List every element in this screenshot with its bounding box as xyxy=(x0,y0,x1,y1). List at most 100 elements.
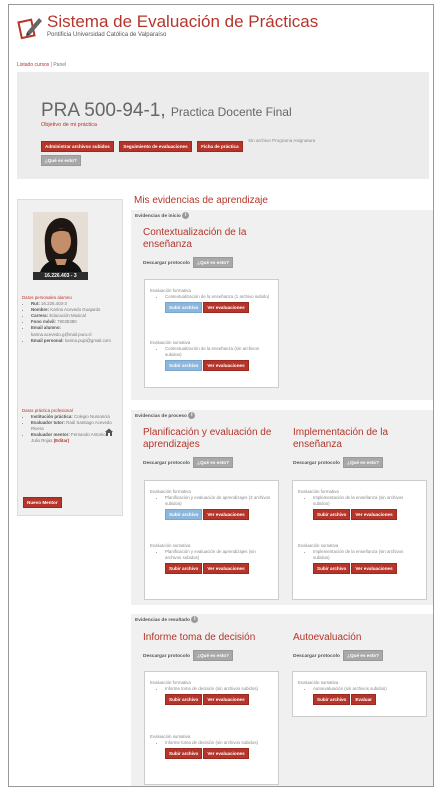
new-mentor-area: Nuevo Mentor xyxy=(23,491,62,509)
personal-item: Email alumno: karina.acevedo.g@mail.pucv… xyxy=(31,325,114,337)
download-protocol-link[interactable]: Descargar protocolo xyxy=(143,654,190,659)
pencil-logo-icon xyxy=(17,18,42,40)
course-title: PRA 500-94-1, Practica Docente Final xyxy=(41,100,292,122)
view-evaluations-button[interactable]: Ver evaluaciones xyxy=(203,563,249,574)
column-title: Planificación y evaluación de aprendizaj… xyxy=(143,427,272,450)
personal-data: Datos personales alumno Rut: 16.226.403-… xyxy=(22,295,114,344)
course-actions: Administrar archivos subidos Seguimiento… xyxy=(41,135,315,153)
download-protocol: Descargar protocolo ¿Qué es esto? xyxy=(293,650,428,661)
download-protocol-link[interactable]: Descargar protocolo xyxy=(143,261,190,266)
view-evaluations-button[interactable]: Ver evaluaciones xyxy=(203,748,249,759)
section-heading: Evidencias de resultado i xyxy=(135,616,199,625)
upload-file-button[interactable]: Subir archivo xyxy=(313,509,351,520)
help-button[interactable]: ¿Qué es esto? xyxy=(193,457,233,468)
help-button[interactable]: ¿Qué es esto? xyxy=(193,257,233,268)
evidence-item: Contextualización de la enseñanza (1 arc… xyxy=(165,294,273,300)
info-icon[interactable]: i xyxy=(188,412,196,419)
practice-item: Evaluador tutor: Raúl Santiago Acevedo R… xyxy=(31,420,114,432)
column-contextualizacion: Contextualización de la enseñanza Descar… xyxy=(143,227,288,268)
evaluation-card: Evaluación formativa Contextualización d… xyxy=(144,279,279,388)
evaluation-card: Evaluación formativa Planificación y eva… xyxy=(144,480,279,600)
download-protocol-link[interactable]: Descargar protocolo xyxy=(293,654,340,659)
practice-sheet-button[interactable]: Ficha de práctica xyxy=(197,141,243,152)
download-protocol: Descargar protocolo ¿Qué es esto? xyxy=(143,257,288,268)
course-name: Practica Docente Final xyxy=(170,105,292,119)
upload-file-button[interactable]: Subir archivo xyxy=(165,302,203,313)
view-evaluations-button[interactable]: Ver evaluaciones xyxy=(203,360,249,371)
student-photo xyxy=(33,212,88,276)
app-title: Sistema de Evaluación de Prácticas xyxy=(47,12,319,31)
formative-evaluation: Evaluación formativa Contextualización d… xyxy=(150,288,273,313)
view-evaluations-button[interactable]: Ver evaluaciones xyxy=(203,694,249,705)
program-file-note: Sin archivo Programa Asignatura xyxy=(248,138,316,143)
summative-evaluation: Evaluación sumativa Implementación de la… xyxy=(298,543,421,574)
course-panel: PRA 500-94-1, Practica Docente Final Obj… xyxy=(17,72,429,179)
view-evaluations-button[interactable]: Ver evaluaciones xyxy=(203,302,249,313)
upload-file-button[interactable]: Subir archivo xyxy=(165,694,203,705)
info-icon[interactable]: i xyxy=(191,616,199,623)
view-evaluations-button[interactable]: Ver evaluaciones xyxy=(351,563,397,574)
upload-file-button[interactable]: Subir archivo xyxy=(313,563,351,574)
column-title: Autoevaluación xyxy=(293,632,362,643)
download-protocol: Descargar protocolo ¿Qué es esto? xyxy=(143,650,288,661)
student-rut-badge: 16.226.403 - 3 xyxy=(33,272,88,280)
upload-file-button[interactable]: Subir archivo xyxy=(313,694,351,705)
summative-evaluation: Evaluación sumativa Informe toma de deci… xyxy=(150,734,273,759)
download-protocol: Descargar protocolo ¿Qué es esto? xyxy=(143,457,288,468)
upload-file-button[interactable]: Subir archivo xyxy=(165,563,203,574)
app-subtitle: Pontificia Universidad Católica de Valpa… xyxy=(47,32,167,38)
column-title: Implementación de la enseñanza xyxy=(293,427,389,450)
home-icon[interactable] xyxy=(105,428,113,436)
new-mentor-button[interactable]: Nuevo Mentor xyxy=(23,497,62,508)
personal-item: Email personal: karina.pupi@gmail.com xyxy=(31,338,114,344)
course-help: ¿Qué es esto? xyxy=(41,149,81,167)
section-heading: Evidencias de inicio i xyxy=(135,212,190,221)
evidence-item: Informe toma de decisión (sin archivos s… xyxy=(165,686,273,692)
help-button[interactable]: ¿Qué es esto? xyxy=(41,155,81,166)
help-button[interactable]: ¿Qué es esto? xyxy=(343,650,383,661)
evaluate-button[interactable]: Evaluar xyxy=(351,694,376,705)
column-title: Contextualización de la enseñanza xyxy=(143,227,247,250)
upload-file-button[interactable]: Subir archivo xyxy=(165,748,203,759)
evidence-item: Informe toma de decisión (sin archivos s… xyxy=(165,740,273,746)
upload-file-button[interactable]: Subir archivo xyxy=(165,509,203,520)
section-result: Evidencias de resultado i Informe toma d… xyxy=(131,614,433,786)
download-protocol-link[interactable]: Descargar protocolo xyxy=(143,461,190,466)
breadcrumb-current: Panel xyxy=(53,62,67,68)
header: Sistema de Evaluación de Prácticas Ponti… xyxy=(9,5,433,51)
evaluation-card: Evaluación formativa Informe toma de dec… xyxy=(144,671,279,785)
column-autoevaluacion: Autoevaluación Descargar protocolo ¿Qué … xyxy=(293,632,428,661)
evidence-item: Contextualización de la enseñanza (sin a… xyxy=(165,346,273,358)
help-button[interactable]: ¿Qué es esto? xyxy=(193,650,233,661)
view-evaluations-button[interactable]: Ver evaluaciones xyxy=(203,509,249,520)
course-objective-link[interactable]: Objetivo de mi práctica xyxy=(41,122,97,128)
column-implementacion: Implementación de la enseñanza Descargar… xyxy=(293,427,428,468)
summative-evaluation: Evaluación sumativa Planificación y eval… xyxy=(150,543,273,574)
formative-evaluation: Evaluación formativa Informe toma de dec… xyxy=(150,680,273,705)
evidence-item: Autoevaluación (sin archivos subidos) xyxy=(313,686,421,692)
practice-data: Datos práctica profesional Institución p… xyxy=(22,408,114,445)
download-protocol-link[interactable]: Descargar protocolo xyxy=(293,461,340,466)
edit-mentor-link[interactable]: (Editar) xyxy=(54,438,69,443)
evaluation-tracking-button[interactable]: Seguimiento de evaluaciones xyxy=(119,141,192,152)
evaluation-card: Evaluación formativa Implementación de l… xyxy=(292,480,427,600)
practice-item: Evaluador mentor: Fernando Antonio Julio… xyxy=(31,432,114,444)
upload-file-button[interactable]: Subir archivo xyxy=(165,360,203,371)
course-code: PRA 500-94-1, xyxy=(41,100,166,121)
formative-evaluation: Evaluación formativa Implementación de l… xyxy=(298,489,421,520)
view-evaluations-button[interactable]: Ver evaluaciones xyxy=(351,509,397,520)
app-window: Sistema de Evaluación de Prácticas Ponti… xyxy=(8,4,434,787)
help-button[interactable]: ¿Qué es esto? xyxy=(343,457,383,468)
student-photo-image xyxy=(33,212,88,276)
info-icon[interactable]: i xyxy=(182,212,190,219)
column-planificacion: Planificación y evaluación de aprendizaj… xyxy=(143,427,288,468)
column-informe: Informe toma de decisión Descargar proto… xyxy=(143,632,288,661)
evidence-item: Implementación de la enseñanza (sin arch… xyxy=(313,549,421,561)
section-heading: Evidencias de proceso i xyxy=(135,412,196,421)
column-title: Informe toma de decisión xyxy=(143,632,256,643)
download-protocol: Descargar protocolo ¿Qué es esto? xyxy=(293,457,428,468)
breadcrumb-link-courses[interactable]: Listado cursos xyxy=(17,62,49,68)
evidence-title: Mis evidencias de aprendizaje xyxy=(134,195,268,206)
evidence-item: Planificación y evaluación de aprendizaj… xyxy=(165,495,273,507)
breadcrumb-separator: | xyxy=(50,62,52,68)
